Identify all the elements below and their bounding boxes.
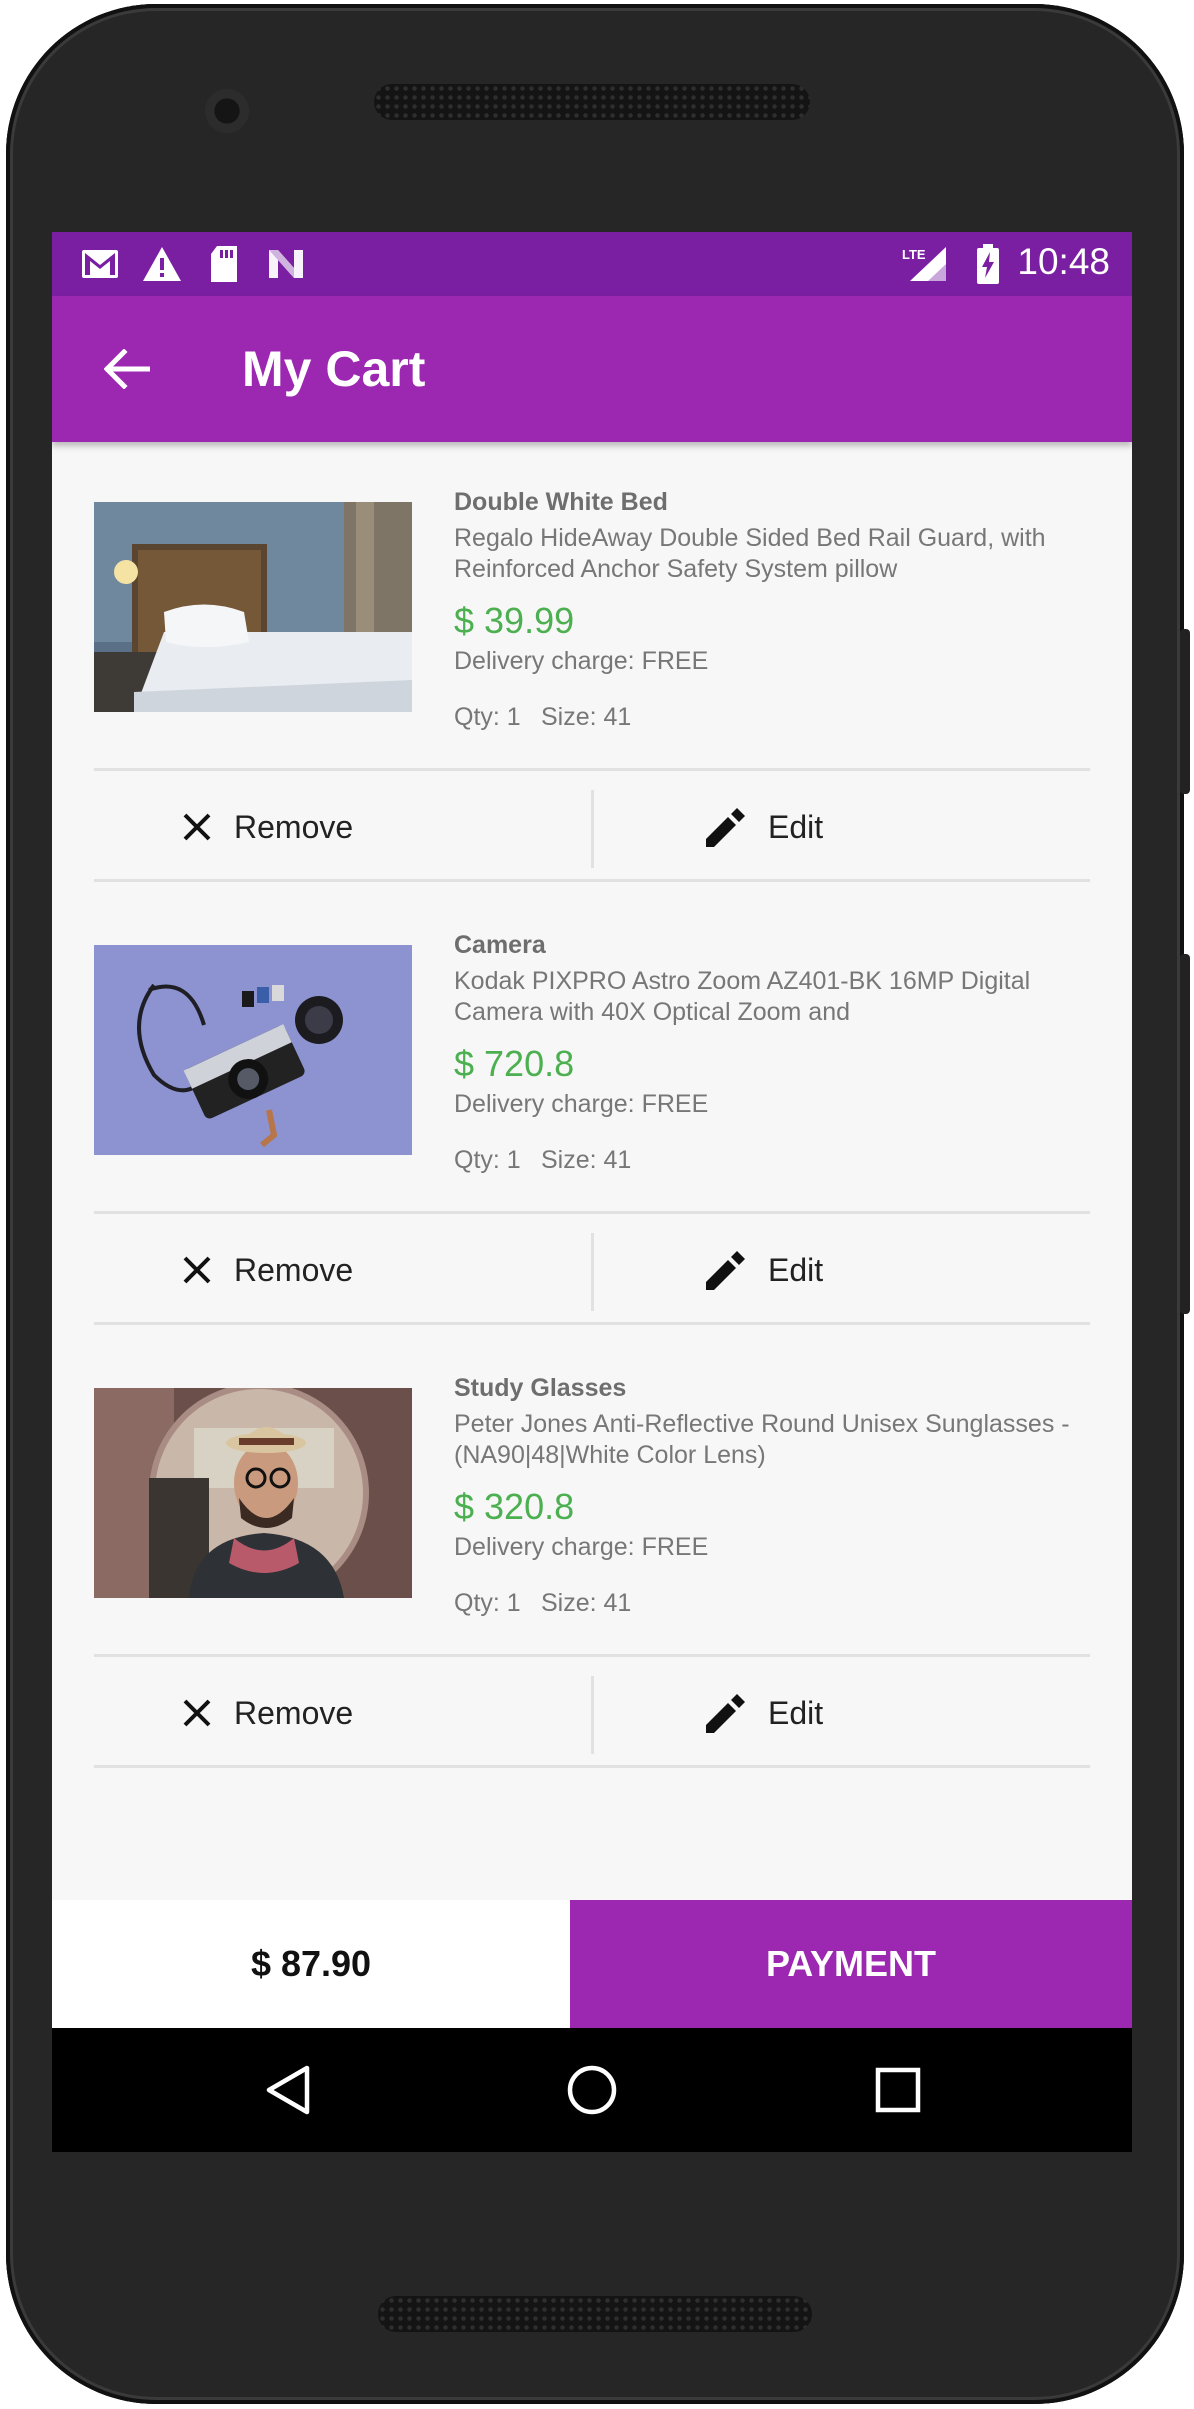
item-description: Peter Jones Anti-Reflective Round Unisex… [454,1410,1070,1469]
divider [591,790,594,868]
front-camera [205,89,249,133]
divider [94,768,1090,771]
edit-label: Edit [768,1251,824,1288]
volume-button [1180,954,1190,1314]
android-n-icon [264,242,308,286]
remove-label: Remove [234,808,354,845]
home-nav-icon[interactable] [562,2060,622,2120]
screen: LTE 10:48 My Cart Double White Bed Regal… [52,232,1132,2152]
edit-button[interactable]: Edit [702,1683,823,1743]
remove-button[interactable]: Remove [182,1683,353,1743]
item-qty: Qty: 1 [454,1146,521,1174]
divider [94,1211,1090,1214]
close-icon [183,1699,211,1727]
status-bar: LTE 10:48 [52,232,1132,296]
delivery-charge: Delivery charge: FREE [454,647,709,675]
divider [94,1322,1090,1325]
item-name: Camera [454,931,546,959]
navigation-bar [52,2028,1132,2152]
item-description: Kodak PIXPRO Astro Zoom AZ401-BK 16MP Di… [454,967,1031,1026]
item-name: Study Glasses [454,1374,627,1402]
pencil-icon [706,808,745,847]
cart-total: $ 87.90 [52,1900,570,2028]
remove-button[interactable]: Remove [182,797,353,857]
divider [591,1233,594,1311]
item-size: Size: 41 [541,703,632,731]
item-description: Regalo HideAway Double Sided Bed Rail Gu… [454,524,1046,583]
item-name: Double White Bed [454,488,668,516]
gmail-icon [78,242,122,286]
pencil-icon [706,1694,745,1733]
bottom-speaker-grille [378,2296,812,2332]
arrow-back-icon[interactable] [92,334,162,404]
divider [94,1765,1090,1768]
remove-label: Remove [234,1694,354,1731]
battery-charging-icon [966,242,1010,286]
edit-button[interactable]: Edit [702,797,823,857]
status-time: 10:48 [1017,241,1110,282]
bedroom-photo [94,502,412,712]
pencil-icon [706,1251,745,1290]
item-price: $ 720.8 [454,1043,575,1084]
power-button [1180,629,1190,794]
camera-photo [94,945,412,1155]
page-title: My Cart [242,341,426,397]
item-size: Size: 41 [541,1146,632,1174]
edit-button[interactable]: Edit [702,1240,823,1300]
divider [94,879,1090,882]
item-qty: Qty: 1 [454,703,521,731]
divider [94,1654,1090,1657]
remove-label: Remove [234,1251,354,1288]
delivery-charge: Delivery charge: FREE [454,1090,709,1118]
cart-item: Double White Bed Regalo HideAway Double … [94,441,1090,883]
man-with-glasses-photo [94,1388,412,1598]
close-icon [183,1256,211,1284]
lte-signal-icon: LTE [900,242,956,286]
item-price: $ 39.99 [454,600,575,641]
item-size: Size: 41 [541,1589,632,1617]
delivery-charge: Delivery charge: FREE [454,1533,709,1561]
cart-item: Study Glasses Peter Jones Anti-Reflectiv… [94,1327,1090,1769]
item-qty: Qty: 1 [454,1589,521,1617]
sd-card-icon [202,242,246,286]
close-icon [183,813,211,841]
payment-button[interactable]: PAYMENT [570,1900,1132,2028]
item-price: $ 320.8 [454,1486,575,1527]
warning-icon [140,242,184,286]
cart-item: Camera Kodak PIXPRO Astro Zoom AZ401-BK … [94,884,1090,1326]
back-nav-icon[interactable] [258,2060,318,2120]
recents-nav-icon[interactable] [868,2060,928,2120]
edit-label: Edit [768,1694,824,1731]
remove-button[interactable]: Remove [182,1240,353,1300]
edit-label: Edit [768,808,824,845]
divider [591,1676,594,1754]
app-bar: My Cart [52,296,1132,442]
top-speaker-grille [374,84,810,120]
network-label: LTE [902,247,926,262]
